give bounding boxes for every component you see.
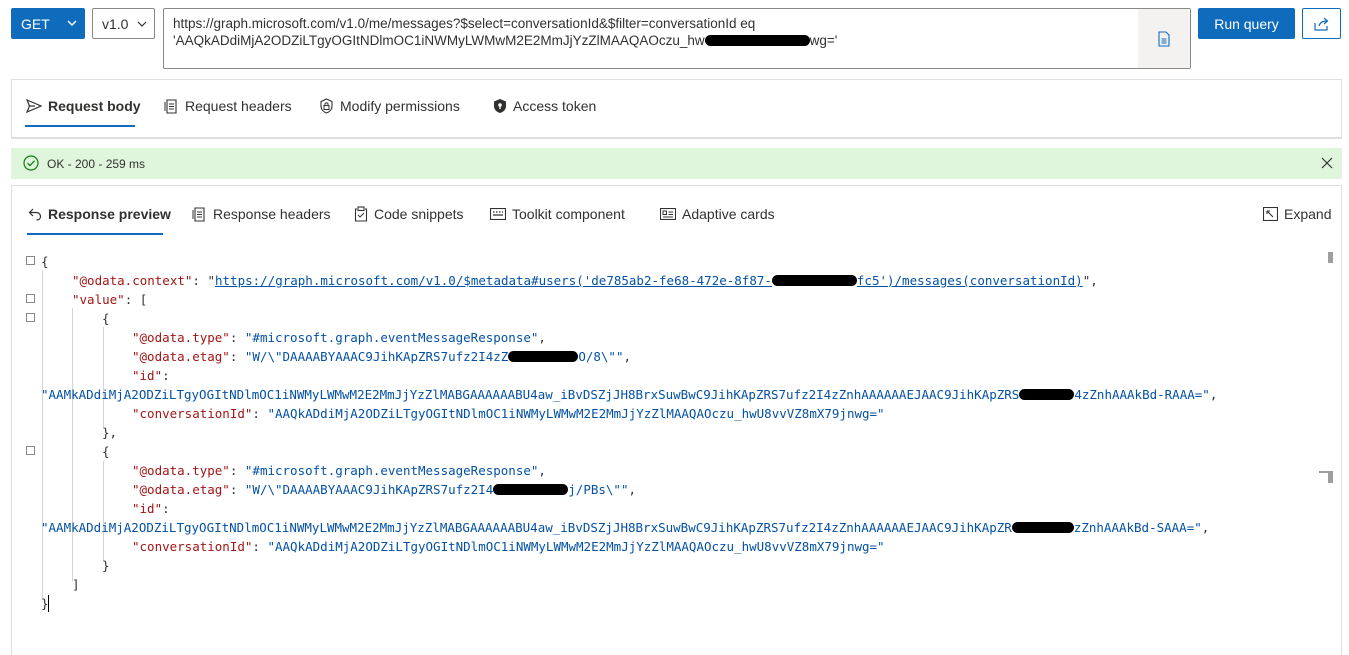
text-cursor bbox=[48, 595, 49, 612]
send-icon bbox=[26, 99, 42, 113]
json-line: "AAMkADdiMjA2ODZiLTgyOGItNDlmOC1iNWMyLWM… bbox=[41, 520, 1210, 535]
indent-guide bbox=[72, 308, 73, 581]
json-line: { bbox=[41, 254, 49, 269]
lock-shield-icon bbox=[320, 98, 333, 114]
shield-icon bbox=[494, 99, 506, 113]
redaction-mark bbox=[1011, 522, 1074, 533]
query-url-text: https://graph.microsoft.com/v1.0/me/mess… bbox=[173, 16, 838, 48]
status-text: OK - 200 - 259 ms bbox=[47, 157, 146, 171]
tab-request-body-label: Request body bbox=[48, 98, 141, 114]
redaction-mark bbox=[493, 484, 569, 495]
json-line: { bbox=[102, 311, 110, 326]
query-url-input[interactable]: https://graph.microsoft.com/v1.0/me/mess… bbox=[163, 8, 1191, 69]
json-line: "conversationId": "AAQkADdiMjA2ODZiLTgyO… bbox=[132, 406, 885, 421]
scroll-marker bbox=[1319, 471, 1333, 473]
document-list-icon bbox=[164, 98, 177, 114]
json-line: "@odata.type": "#microsoft.graph.eventMe… bbox=[132, 330, 546, 345]
tab-modify-permissions[interactable]: Modify permissions bbox=[319, 98, 460, 114]
tab-modify-permissions-label: Modify permissions bbox=[340, 98, 460, 114]
tab-access-token-label: Access token bbox=[513, 98, 597, 114]
open-docs-button[interactable] bbox=[1138, 9, 1190, 68]
json-line: "id": bbox=[132, 368, 170, 383]
redaction-mark bbox=[508, 351, 579, 362]
share-button[interactable] bbox=[1302, 8, 1341, 39]
status-message-bar: OK - 200 - 259 ms bbox=[11, 148, 1342, 179]
json-line: "id": bbox=[132, 501, 170, 516]
fold-toggle[interactable] bbox=[26, 294, 35, 303]
json-line: } bbox=[102, 558, 110, 573]
tab-request-body[interactable]: Request body bbox=[26, 98, 141, 114]
chevron-down-icon bbox=[67, 20, 77, 26]
http-method-dropdown[interactable]: GET bbox=[11, 8, 85, 39]
checkmark-circle-icon bbox=[23, 155, 39, 171]
redaction-mark bbox=[1019, 389, 1075, 400]
tab-access-token[interactable]: Access token bbox=[493, 98, 596, 114]
json-line: "value": [ bbox=[72, 292, 148, 307]
document-icon bbox=[1158, 30, 1170, 47]
response-panel: Response preview Response headers Code s… bbox=[11, 185, 1342, 655]
chevron-down-icon bbox=[137, 21, 147, 27]
json-line: }, bbox=[102, 425, 118, 440]
active-tab-indicator bbox=[25, 125, 135, 127]
json-line: "AAMkADdiMjA2ODZiLTgyOGItNDlmOC1iNWMyLWM… bbox=[41, 387, 1218, 402]
json-line: "@odata.etag": "W/\"DAAAABYAAAC9JihKApZR… bbox=[132, 482, 637, 497]
indent-guide bbox=[103, 461, 104, 561]
json-line: "@odata.context": "https://graph.microso… bbox=[72, 273, 1098, 288]
response-json-viewer[interactable]: { "@odata.context": "https://graph.micro… bbox=[12, 186, 1341, 655]
scrollbar-thumb[interactable] bbox=[1328, 252, 1333, 263]
json-line: ] bbox=[72, 577, 80, 592]
json-line: "conversationId": "AAQkADdiMjA2ODZiLTgyO… bbox=[132, 539, 885, 554]
fold-toggle[interactable] bbox=[26, 313, 35, 322]
json-line: "@odata.etag": "W/\"DAAAABYAAAC9JihKApZR… bbox=[132, 349, 631, 364]
tab-request-headers[interactable]: Request headers bbox=[164, 98, 292, 114]
indent-guide bbox=[103, 327, 104, 427]
run-query-button[interactable]: Run query bbox=[1198, 8, 1295, 39]
api-version-dropdown[interactable]: v1.0 bbox=[92, 8, 155, 39]
fold-toggle[interactable] bbox=[26, 446, 35, 455]
share-icon bbox=[1313, 17, 1328, 31]
json-line: { bbox=[102, 444, 110, 459]
redaction-mark bbox=[771, 275, 857, 286]
request-panel: Request body Request headers Modify perm… bbox=[11, 79, 1342, 139]
indent-guide bbox=[42, 270, 43, 600]
close-icon[interactable] bbox=[1321, 157, 1333, 169]
api-version-label: v1.0 bbox=[102, 15, 129, 32]
tab-request-headers-label: Request headers bbox=[185, 98, 292, 114]
redaction-mark bbox=[704, 35, 810, 46]
fold-toggle[interactable] bbox=[26, 256, 35, 265]
json-line: "@odata.type": "#microsoft.graph.eventMe… bbox=[132, 463, 546, 478]
http-method-label: GET bbox=[21, 15, 50, 32]
